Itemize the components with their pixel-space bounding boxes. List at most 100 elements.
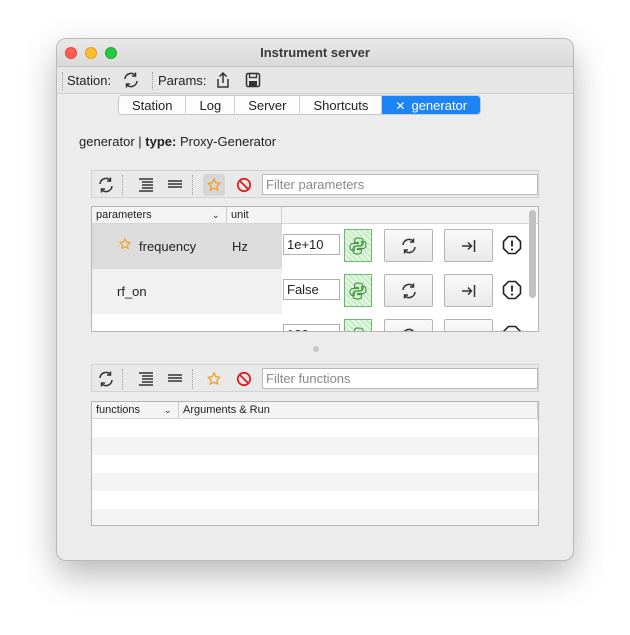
functions-table-header: functions ⌄ Arguments & Run — [92, 402, 538, 419]
expand-icon — [139, 178, 153, 192]
toolbar-separator — [192, 175, 193, 195]
functions-expand-button[interactable] — [135, 368, 157, 390]
no-entry-icon — [236, 177, 252, 193]
functions-collapse-button[interactable] — [164, 368, 186, 390]
get-value-button[interactable] — [384, 229, 433, 262]
refresh-icon — [403, 328, 414, 331]
tab-generator[interactable]: ✕ generator — [382, 96, 481, 114]
instrument-type: Proxy-Generator — [179, 134, 277, 149]
functions-refresh-button[interactable] — [95, 368, 117, 390]
get-value-button[interactable] — [384, 319, 433, 331]
toolbar-handle — [62, 72, 63, 90]
station-label: Station: — [67, 73, 112, 88]
get-value-button[interactable] — [384, 274, 433, 307]
stop-icon[interactable] — [501, 234, 523, 256]
column-separator — [281, 207, 282, 224]
parameter-unit: Hz — [232, 239, 248, 254]
sort-chevron-down-icon[interactable]: ⌄ — [164, 405, 172, 416]
parameters-refresh-button[interactable] — [95, 174, 117, 196]
toolbar-separator — [122, 369, 123, 389]
parameters-table-header: parameters ⌄ unit — [92, 207, 538, 224]
toolbar-separator — [122, 175, 123, 195]
refresh-icon — [99, 177, 113, 193]
table-row — [92, 473, 538, 491]
table-row[interactable]: frequency Hz — [92, 224, 538, 269]
parameter-value-input[interactable] — [283, 234, 340, 255]
set-value-button[interactable] — [444, 229, 493, 262]
functions-star-filter-button[interactable] — [203, 368, 225, 390]
tab-server[interactable]: Server — [235, 96, 301, 114]
type-label: type: — [145, 134, 177, 149]
arguments-run-column-header[interactable]: Arguments & Run — [183, 404, 270, 416]
star-icon[interactable] — [118, 237, 132, 253]
parameter-value-input[interactable] — [283, 279, 340, 300]
params-save-button[interactable] — [243, 70, 263, 90]
title-bar: Instrument server — [57, 39, 573, 67]
tab-bar: Station Log Server Shortcuts ✕ generator — [118, 95, 482, 115]
parameters-collapse-button[interactable] — [164, 174, 186, 196]
no-entry-icon — [236, 371, 252, 387]
instrument-info: generator | type: Proxy-Generator — [79, 134, 276, 149]
python-button[interactable] — [344, 319, 372, 331]
save-icon — [245, 72, 261, 88]
collapse-icon — [168, 180, 182, 188]
star-icon — [207, 178, 221, 192]
parameters-star-filter-button[interactable] — [203, 174, 225, 196]
stop-icon[interactable] — [501, 279, 523, 301]
arrow-into-icon — [461, 239, 475, 252]
splitter-handle[interactable] — [313, 346, 319, 352]
table-row[interactable]: rf_on — [92, 269, 538, 314]
tab-shortcuts[interactable]: Shortcuts — [300, 96, 383, 114]
main-toolbar: Station: Params: — [57, 67, 573, 94]
toolbar-separator — [152, 72, 153, 90]
params-label: Params: — [158, 73, 207, 88]
parameters-hide-filter-button[interactable] — [233, 174, 255, 196]
parameters-toolbar — [91, 170, 539, 198]
python-button[interactable] — [344, 229, 372, 262]
close-tab-icon[interactable]: ✕ — [395, 99, 405, 113]
refresh-icon — [124, 72, 138, 88]
parameters-column-header[interactable]: parameters — [96, 209, 152, 221]
parameters-scrollbar[interactable] — [529, 210, 536, 298]
filter-functions-input[interactable] — [262, 368, 538, 389]
set-value-button[interactable] — [444, 319, 493, 331]
star-icon — [207, 372, 221, 386]
info-separator: | — [134, 134, 146, 149]
table-row — [92, 437, 538, 455]
column-separator — [537, 402, 538, 419]
python-icon — [353, 326, 364, 331]
python-icon — [349, 236, 367, 255]
export-icon — [217, 71, 229, 88]
functions-table: functions ⌄ Arguments & Run — [91, 401, 539, 526]
tab-log[interactable]: Log — [186, 96, 236, 114]
arrow-into-icon — [461, 284, 475, 297]
python-icon — [349, 281, 367, 300]
python-button[interactable] — [344, 274, 372, 307]
params-export-button[interactable] — [213, 70, 233, 90]
sort-chevron-down-icon[interactable]: ⌄ — [212, 210, 220, 221]
functions-toolbar — [91, 364, 539, 392]
stop-icon[interactable] — [501, 324, 523, 331]
parameters-expand-button[interactable] — [135, 174, 157, 196]
set-value-button[interactable] — [444, 274, 493, 307]
unit-column-header[interactable]: unit — [231, 209, 249, 221]
parameter-name: frequency — [139, 239, 197, 254]
functions-hide-filter-button[interactable] — [233, 368, 255, 390]
parameter-value-input[interactable] — [283, 324, 340, 331]
column-separator — [178, 402, 179, 419]
station-refresh-button[interactable] — [121, 70, 141, 90]
instrument-name: generator — [79, 134, 135, 149]
filter-parameters-input[interactable] — [262, 174, 538, 195]
refresh-icon — [401, 283, 416, 298]
column-separator — [226, 207, 227, 224]
table-row — [92, 509, 538, 525]
collapse-icon — [168, 374, 182, 382]
window-title: Instrument server — [260, 45, 370, 60]
toolbar-separator — [192, 369, 193, 389]
refresh-icon — [401, 238, 416, 253]
refresh-icon — [99, 371, 113, 387]
tab-station[interactable]: Station — [119, 96, 187, 114]
main-window: Instrument server Station: Params: Stati… — [56, 38, 574, 561]
functions-column-header[interactable]: functions — [96, 404, 140, 416]
table-row[interactable] — [92, 314, 538, 331]
